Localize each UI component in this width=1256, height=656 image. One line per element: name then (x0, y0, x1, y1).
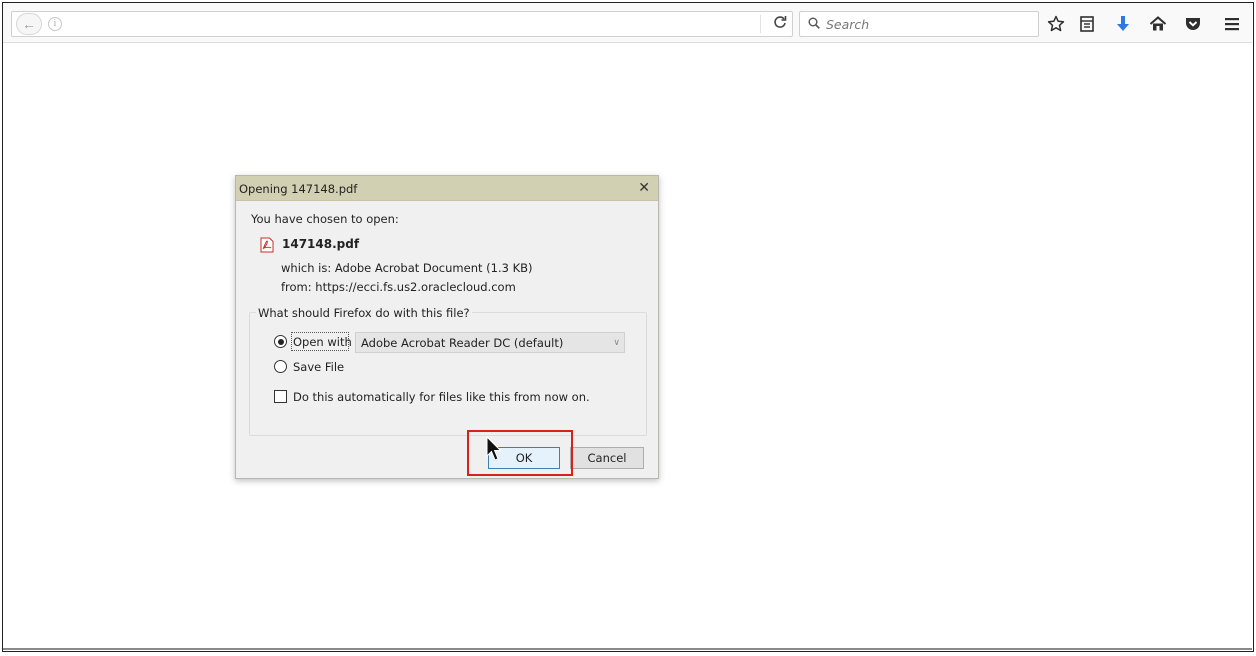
site-info-icon[interactable]: i (48, 17, 62, 31)
dialog-title-bar[interactable]: Opening 147148.pdf ✕ (236, 176, 658, 201)
open-with-label[interactable]: Open with (293, 335, 352, 349)
dialog-intro-text: You have chosen to open: (251, 212, 399, 226)
dialog-title: Opening 147148.pdf (239, 182, 358, 196)
save-file-label[interactable]: Save File (293, 360, 344, 374)
ok-button-highlight-box (467, 430, 573, 476)
action-question: What should Firefox do with this file? (256, 306, 472, 320)
search-bar[interactable] (799, 11, 1039, 37)
mouse-cursor-icon (486, 436, 502, 461)
open-with-select[interactable]: Adobe Acrobat Reader DC (default) ∨ (355, 332, 625, 353)
close-icon[interactable]: ✕ (638, 179, 650, 196)
bookmark-star-icon[interactable] (1045, 13, 1067, 35)
auto-action-checkbox[interactable] (274, 390, 287, 403)
save-file-radio[interactable] (274, 360, 287, 373)
file-name: 147148.pdf (282, 237, 360, 251)
back-arrow-icon[interactable]: ← (16, 13, 42, 35)
chevron-down-icon: ∨ (613, 337, 620, 347)
search-input[interactable] (826, 15, 1026, 33)
open-with-select-value: Adobe Acrobat Reader DC (default) (361, 336, 564, 350)
url-bar[interactable]: ← i (11, 11, 793, 37)
auto-action-label[interactable]: Do this automatically for files like thi… (293, 390, 590, 404)
home-icon[interactable] (1147, 13, 1169, 35)
open-with-radio[interactable] (274, 335, 287, 348)
cancel-button[interactable]: Cancel (570, 447, 644, 469)
reading-list-icon[interactable] (1076, 13, 1098, 35)
downloads-icon[interactable] (1112, 13, 1134, 35)
action-group (249, 312, 647, 436)
pocket-icon[interactable] (1182, 13, 1204, 35)
file-type-text: which is: Adobe Acrobat Document (1.3 KB… (281, 261, 533, 275)
browser-toolbar: ← i (3, 3, 1252, 43)
file-source-text: from: https://ecci.fs.us2.oraclecloud.co… (281, 280, 516, 294)
pdf-file-icon (260, 237, 274, 253)
open-file-dialog: Opening 147148.pdf ✕ You have chosen to … (235, 175, 659, 479)
menu-icon[interactable] (1221, 13, 1243, 35)
url-bar-divider (760, 15, 761, 33)
search-icon (808, 17, 820, 29)
reload-icon[interactable] (770, 14, 790, 34)
window-bottom-edge (3, 648, 1252, 650)
